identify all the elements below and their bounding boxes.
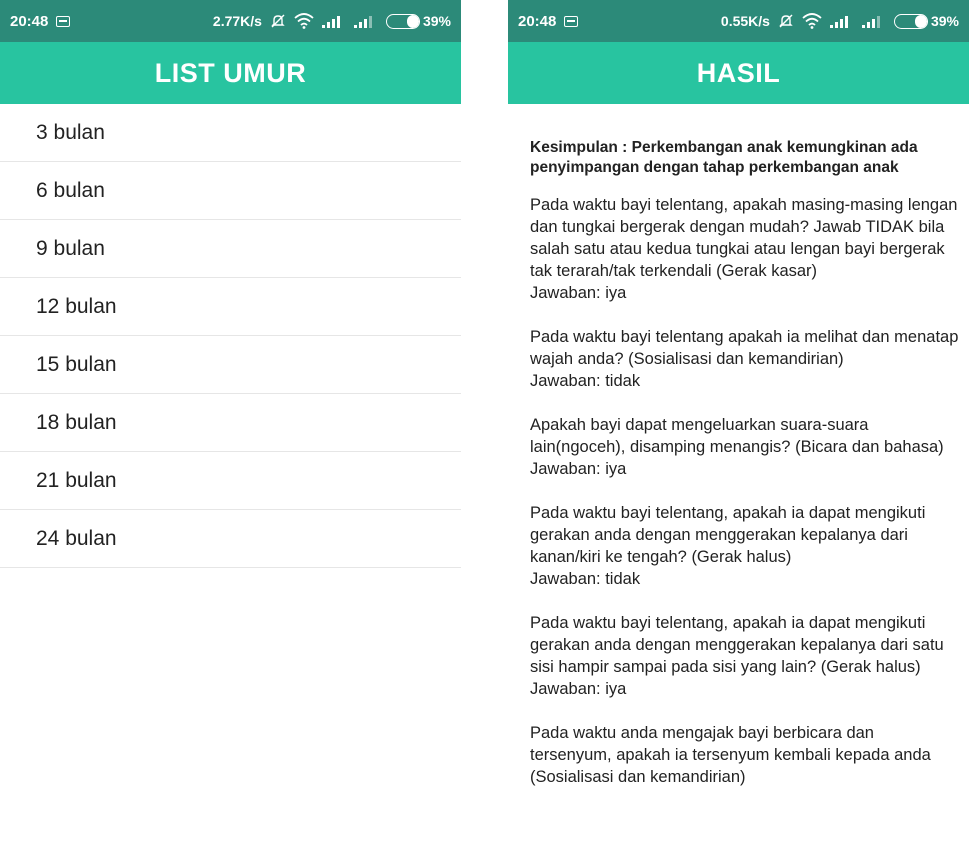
list-item-age[interactable]: 12 bulan — [0, 278, 461, 336]
age-list: 3 bulan 6 bulan 9 bulan 12 bulan 15 bulan 18 … — [0, 104, 461, 568]
question-block: Pada waktu bayi telentang, apakah masing… — [530, 194, 959, 304]
bell-off-icon — [271, 14, 285, 28]
net-speed: 2.77K/s — [212, 13, 262, 29]
qa-list: Pada waktu bayi telentang, apakah masing… — [530, 194, 959, 788]
status-bar: 20:48 2.77K/s 39% — [0, 0, 461, 42]
answer-text: Jawaban: iya — [530, 680, 627, 698]
battery-indicator: 39% — [893, 13, 959, 29]
answer-text: Jawaban: tidak — [530, 372, 641, 390]
list-item-age[interactable]: 6 bulan — [0, 162, 461, 220]
wifi-icon — [294, 13, 314, 29]
hasil-screen: 20:48 0.55K/s 39% HASIL Kesimpulan: Per… — [508, 0, 969, 846]
list-item-age[interactable]: 21 bulan — [0, 452, 461, 510]
question-text: Pada waktu bayi telentang, apakah ia dap… — [530, 614, 944, 676]
signal-icon — [829, 16, 848, 28]
status-time: 20:48 — [518, 12, 557, 30]
notification-icon — [564, 15, 579, 27]
battery-icon — [893, 13, 928, 29]
notification-icon — [56, 15, 71, 27]
question-text: Apakah bayi dapat mengeluarkan suara-sua… — [530, 416, 944, 456]
list-item-age[interactable]: 3 bulan — [0, 104, 461, 162]
list-umur-screen: 20:48 2.77K/s 39% LIST UMUR 3 bulan 6 bu… — [0, 0, 461, 846]
battery-indicator: 39% — [385, 13, 451, 29]
battery-fill — [914, 14, 927, 28]
question-block: Pada waktu bayi telentang, apakah ia dap… — [530, 502, 959, 590]
question-text: Pada waktu bayi telentang, apakah masing… — [530, 196, 958, 280]
question-block: Pada waktu anda mengajak bayi berbicara … — [530, 722, 959, 788]
signal-icon — [353, 16, 372, 28]
question-text: Pada waktu anda mengajak bayi berbicara … — [530, 724, 931, 786]
wifi-icon — [802, 13, 822, 29]
status-indicators: 2.77K/s 39% — [213, 13, 451, 29]
bell-off-icon — [779, 14, 793, 28]
conclusion-text: Kesimpulan : Perkembangan anak kemungkin… — [530, 139, 918, 176]
list-item-age[interactable]: 15 bulan — [0, 336, 461, 394]
signal-icon — [321, 16, 340, 28]
list-item-age[interactable]: 24 bulan — [0, 510, 461, 568]
page-title: LIST UMUR — [0, 42, 461, 104]
question-text: Pada waktu bayi telentang apakah ia meli… — [530, 328, 959, 368]
status-bar: 20:48 0.55K/s 39% — [508, 0, 969, 42]
answer-text: Jawaban: iya — [530, 284, 627, 302]
battery-fill — [406, 14, 419, 28]
status-indicators: 0.55K/s 39% — [721, 13, 959, 29]
question-text: Pada waktu bayi telentang, apakah ia dap… — [530, 504, 926, 566]
list-item-age[interactable]: 18 bulan — [0, 394, 461, 452]
battery-percent: 39% — [930, 13, 959, 29]
battery-icon — [385, 13, 420, 29]
result-content: Kesimpulan : Perkembangan anak kemungkin… — [508, 104, 969, 788]
answer-text: Jawaban: tidak — [530, 570, 641, 588]
page-title: HASIL — [508, 42, 969, 104]
net-speed: 0.55K/s — [720, 13, 770, 29]
question-block: Pada waktu bayi telentang apakah ia meli… — [530, 326, 959, 392]
answer-text: Jawaban: iya — [530, 460, 627, 478]
status-time: 20:48 — [10, 12, 49, 30]
list-item-age[interactable]: 9 bulan — [0, 220, 461, 278]
question-block: Apakah bayi dapat mengeluarkan suara-sua… — [530, 414, 959, 480]
question-block: Pada waktu bayi telentang, apakah ia dap… — [530, 612, 959, 700]
battery-percent: 39% — [422, 13, 451, 29]
signal-icon — [861, 16, 880, 28]
